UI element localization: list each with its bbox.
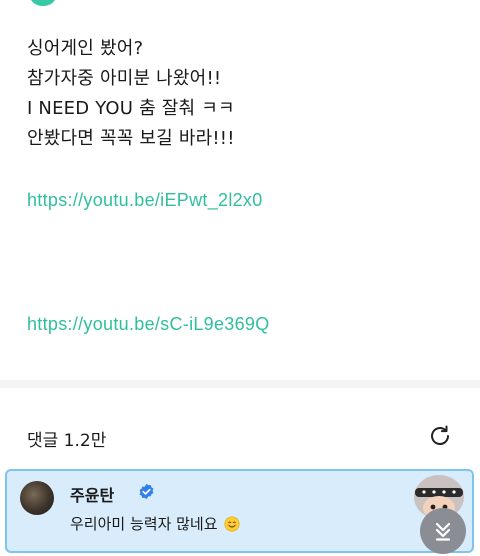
highlighted-comment[interactable]: 주윤탄 우리아미 능력자 많네요 (5, 469, 474, 553)
comment-text-row: 우리아미 능력자 많네요 (70, 513, 240, 534)
youtube-link-1[interactable]: https://youtu.be/iEPwt_2l2x0 (27, 190, 263, 211)
post-line: 싱어게인 봤어? (27, 38, 144, 59)
comments-count-title: 댓글 1.2만 (27, 431, 107, 451)
youtube-link-2[interactable]: https://youtu.be/sC-iL9e369Q (27, 314, 270, 335)
post-line: 안봤다면 꼭꼭 보길 바라!!! (27, 128, 235, 149)
verified-badge-icon (139, 483, 154, 500)
commenter-avatar[interactable] (20, 481, 54, 515)
post-line: 참가자중 아미분 나왔어!! (27, 68, 222, 89)
post-line: I NEED YOU 춤 잘춰 ㅋㅋ (27, 98, 235, 119)
scroll-to-bottom-button[interactable] (420, 508, 466, 554)
scroll-to-bottom-icon (435, 522, 451, 541)
comments-header: 댓글 1.2만 (27, 420, 453, 454)
refresh-icon[interactable] (427, 423, 453, 449)
smiling-face-emoji (224, 516, 240, 532)
section-divider (0, 380, 480, 388)
commenter-name[interactable]: 주윤탄 (70, 482, 114, 506)
comment-text: 우리아미 능력자 많네요 (70, 515, 218, 533)
post-body: 싱어게인 봤어? 참가자중 아미분 나왔어!! I NEED YOU 춤 잘춰 … (27, 34, 467, 154)
author-avatar-partial[interactable] (30, 0, 56, 6)
